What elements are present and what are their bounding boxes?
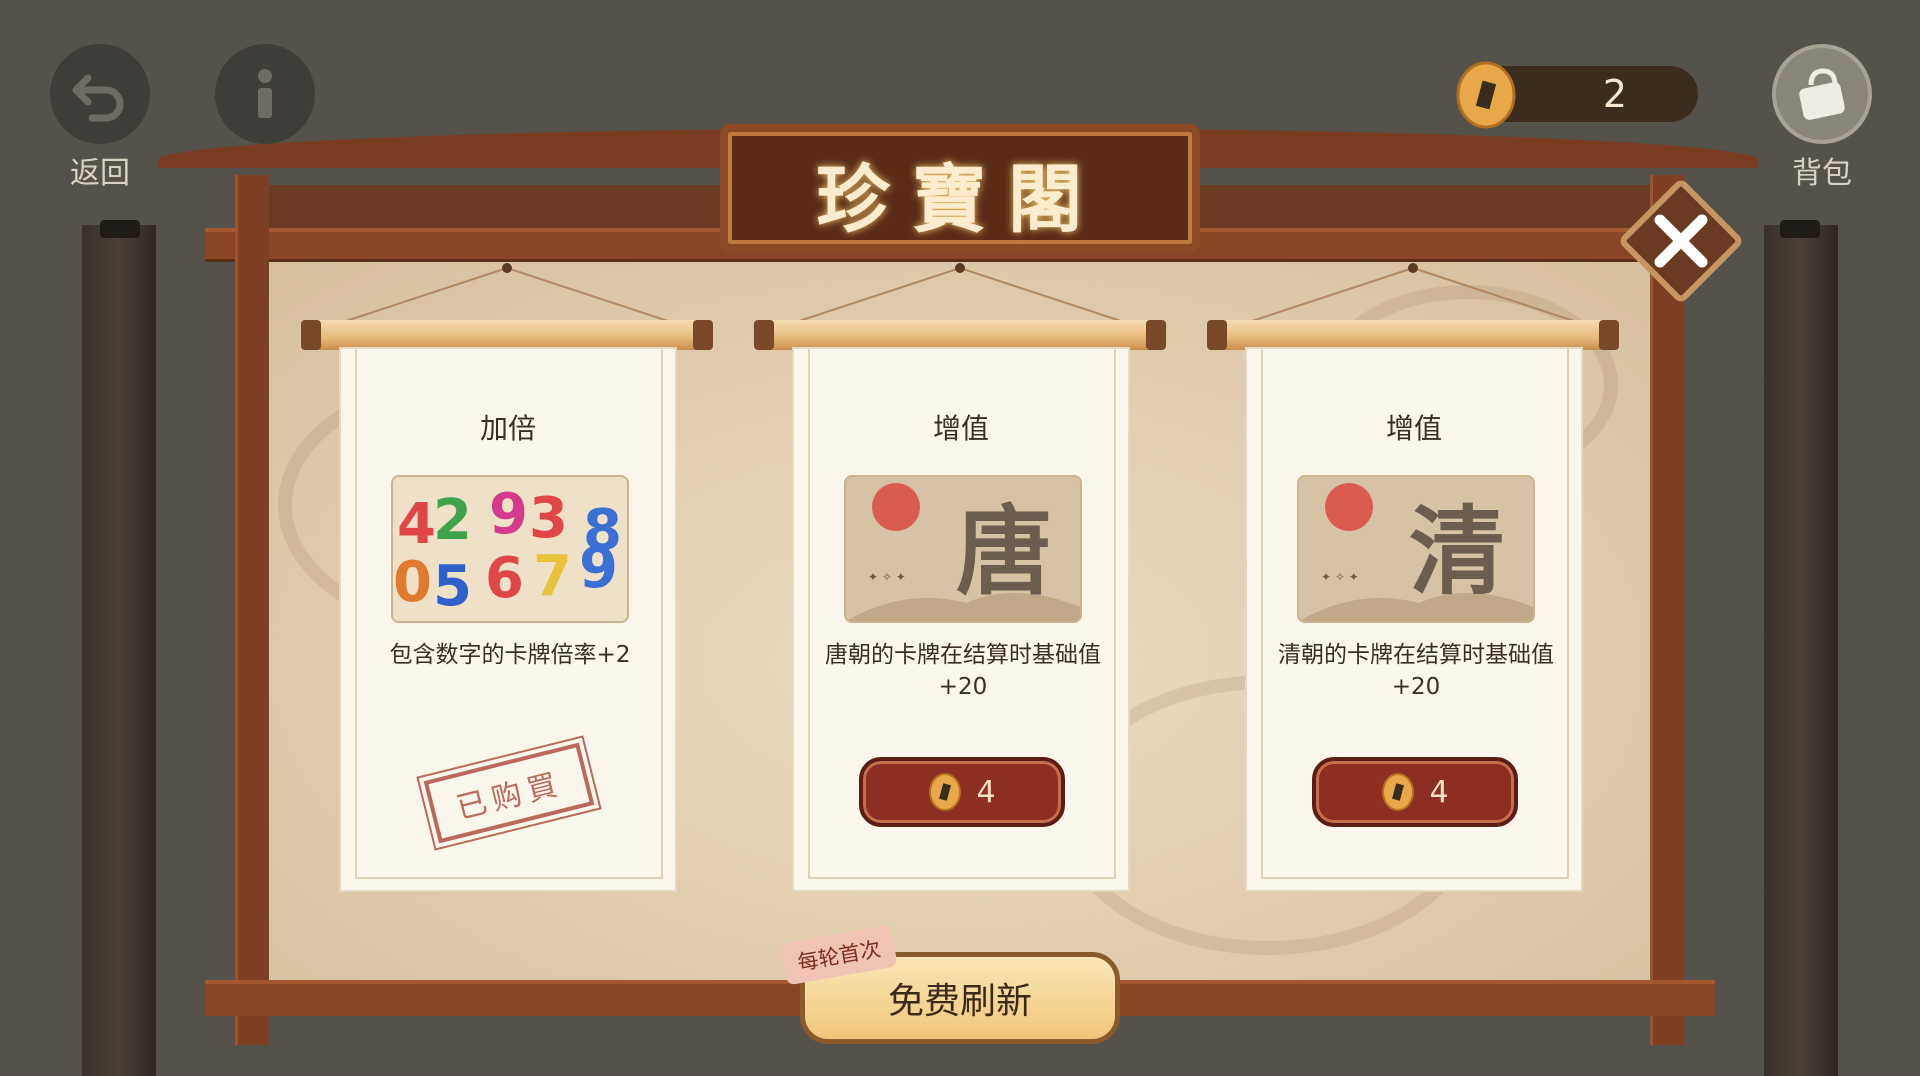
left-post [235, 175, 269, 1045]
tang-character: 唐 [956, 495, 1052, 608]
scroll-rod [1213, 320, 1613, 350]
card-description: 包含数字的卡牌倍率+2 [389, 642, 631, 668]
info-button[interactable] [215, 44, 315, 144]
shop-title: 珍寶閣 [816, 157, 1104, 243]
scroll-rod [760, 320, 1160, 350]
close-icon[interactable] [1636, 196, 1726, 286]
buy-button[interactable]: 4 [859, 757, 1065, 827]
bag-icon [1799, 68, 1845, 120]
svg-text:3: 3 [529, 486, 568, 551]
scroll-paper: 增值 ✦ ✧ ✦ 清 清朝的卡牌在结算时基础值+20 4 [1245, 347, 1583, 892]
scroll-paper: 增值 ✦ ✧ ✦ 唐 唐朝的卡牌在结算时基础值+20 4 [792, 347, 1130, 892]
card-title: 加倍 [479, 412, 536, 445]
pillar-cap [100, 220, 140, 238]
svg-text:6: 6 [485, 546, 524, 611]
rod-end [1146, 320, 1166, 350]
svg-text:9: 9 [489, 482, 528, 547]
price-label: 4 [976, 774, 996, 810]
card-description: 唐朝的卡牌在结算时基础值+20 [825, 642, 1101, 700]
qing-dynasty-image: ✦ ✧ ✦ 清 [1299, 477, 1533, 621]
coin-icon [1456, 61, 1516, 129]
refresh-label: 免费刷新 [887, 981, 1032, 1022]
left-pillar [82, 225, 156, 1076]
rod-end [693, 320, 713, 350]
bag-label: 背包 [1792, 156, 1852, 191]
svg-text:9: 9 [579, 536, 618, 601]
right-pillar [1764, 225, 1838, 1076]
svg-text:2: 2 [433, 488, 472, 553]
back-button[interactable] [50, 44, 150, 144]
info-icon [258, 69, 272, 118]
scroll-paper: 加倍 4 2 9 3 8 0 5 6 7 9 包含数字的卡牌倍率+2 已购買 [339, 347, 677, 892]
shop-card[interactable]: 加倍 4 2 9 3 8 0 5 6 7 9 包含数字的卡牌倍率+2 已购買 [301, 262, 713, 902]
scroll-rod [307, 320, 707, 350]
svg-text:✦ ✧ ✦: ✦ ✧ ✦ [1321, 570, 1359, 584]
rod-end [301, 320, 321, 350]
back-label: 返回 [70, 156, 130, 191]
qing-character: 清 [1409, 495, 1505, 608]
coin-count: 2 [1602, 72, 1628, 116]
right-post [1650, 175, 1684, 1045]
rod-end [1207, 320, 1227, 350]
rod-end [1599, 320, 1619, 350]
svg-text:7: 7 [533, 544, 572, 609]
svg-text:0: 0 [393, 550, 432, 615]
card-title: 增值 [932, 412, 989, 445]
tang-dynasty-image: ✦ ✧ ✦ 唐 [846, 477, 1080, 621]
colorful-numbers-image: 4 2 9 3 8 0 5 6 7 9 [393, 477, 627, 621]
card-description: 清朝的卡牌在结算时基础值+20 [1278, 642, 1554, 700]
pillar-cap [1780, 220, 1820, 238]
rod-end [754, 320, 774, 350]
card-title: 增值 [1385, 412, 1442, 445]
buy-button[interactable]: 4 [1312, 757, 1518, 827]
coin-icon [929, 773, 962, 811]
svg-text:✦ ✧ ✦: ✦ ✧ ✦ [868, 570, 906, 584]
bag-button[interactable] [1772, 44, 1872, 144]
shop-card[interactable]: 增值 ✦ ✧ ✦ 清 清朝的卡牌在结算时基础值+20 4 [1207, 262, 1619, 902]
price-label: 4 [1429, 774, 1449, 810]
undo-arrow-icon [72, 74, 124, 122]
shop-card[interactable]: 增值 ✦ ✧ ✦ 唐 唐朝的卡牌在结算时基础值+20 4 [754, 262, 1166, 902]
svg-text:5: 5 [433, 554, 472, 619]
coin-icon [1382, 773, 1415, 811]
svg-text:4: 4 [397, 492, 436, 557]
